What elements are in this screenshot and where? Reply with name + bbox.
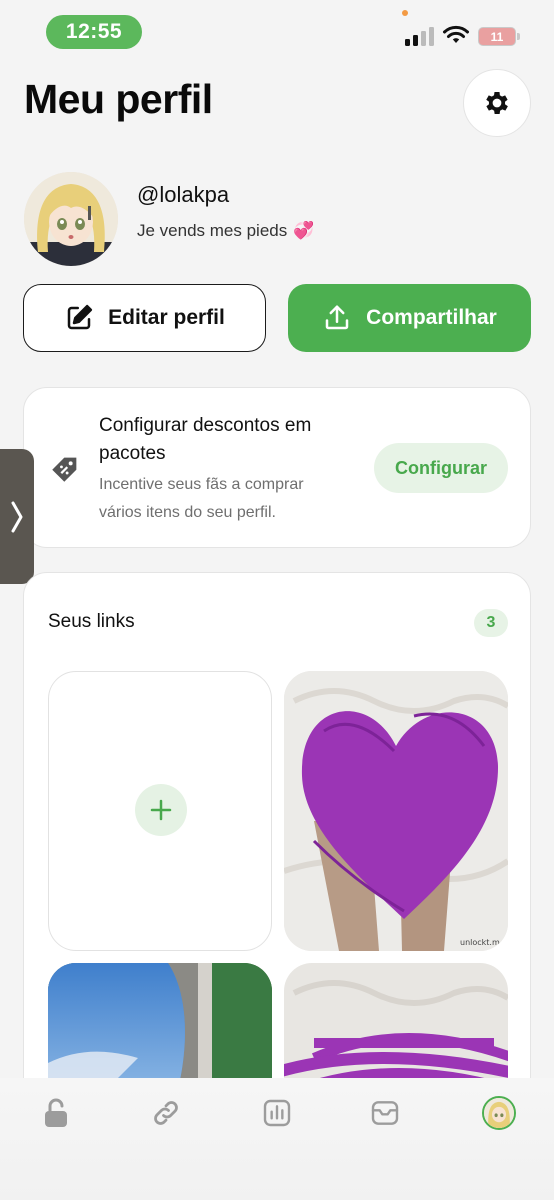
tab-stats[interactable] [252, 1088, 302, 1138]
links-card: Seus links 3 unlockt.m [23, 572, 531, 1112]
profile-avatar[interactable] [24, 172, 118, 266]
gear-icon [486, 92, 508, 114]
page-title: Meu perfil [24, 76, 213, 122]
tab-inbox[interactable] [360, 1088, 410, 1138]
tab-lock[interactable] [31, 1088, 81, 1138]
inbox-icon [371, 1101, 399, 1125]
chevron-right-icon [11, 501, 23, 532]
stats-icon [263, 1099, 291, 1127]
bottom-tab-bar [0, 1078, 554, 1200]
discount-title: Configurar descontos em pacotes [99, 415, 312, 464]
upload-icon [325, 305, 349, 330]
configure-button[interactable]: Configurar [374, 443, 508, 493]
tag-icon [52, 457, 77, 482]
share-label: Compartilhar [366, 306, 497, 329]
settings-button[interactable] [463, 69, 531, 137]
share-button[interactable]: Compartilhar [288, 284, 531, 352]
tab-links[interactable] [141, 1088, 191, 1138]
avatar-illustration [484, 1098, 514, 1128]
tab-profile[interactable] [474, 1088, 524, 1138]
discount-description: Incentive seus fãs a comprar vários iten… [99, 476, 304, 521]
plus-icon [150, 799, 172, 821]
edit-icon [67, 304, 93, 330]
status-bar: 12:55 11 [0, 0, 554, 62]
link-thumbnail: unlockt.m [284, 671, 508, 951]
link-icon [154, 1101, 178, 1125]
privacy-indicator-dot [402, 10, 408, 16]
battery-level: 11 [490, 29, 504, 44]
profile-bio: Je vends mes pieds 💞 [137, 221, 314, 241]
wifi-icon [443, 25, 469, 43]
add-link-tile[interactable] [48, 671, 272, 951]
links-count-badge: 3 [474, 609, 508, 637]
lock-icon [45, 1098, 67, 1127]
edit-profile-label: Editar perfil [108, 306, 225, 329]
bio-text: Je vends mes pieds [137, 221, 288, 240]
profile-avatar [482, 1096, 516, 1130]
link-tile-photo[interactable]: unlockt.m [284, 671, 508, 951]
avatar-illustration [24, 172, 118, 266]
edit-profile-button[interactable]: Editar perfil [23, 284, 266, 352]
links-title: Seus links [48, 611, 135, 632]
battery-indicator: 11 [478, 27, 520, 46]
cellular-signal-icon [405, 27, 434, 46]
side-drawer-handle[interactable] [0, 449, 34, 584]
bio-emoji: 💞 [293, 221, 315, 240]
watermark-text: unlockt.m [460, 938, 500, 947]
status-time: 12:55 [46, 15, 142, 49]
add-link-button[interactable] [135, 784, 187, 836]
profile-username: @lolakpa [137, 182, 230, 207]
discount-card: Configurar descontos em pacotes Incentiv… [23, 387, 531, 548]
